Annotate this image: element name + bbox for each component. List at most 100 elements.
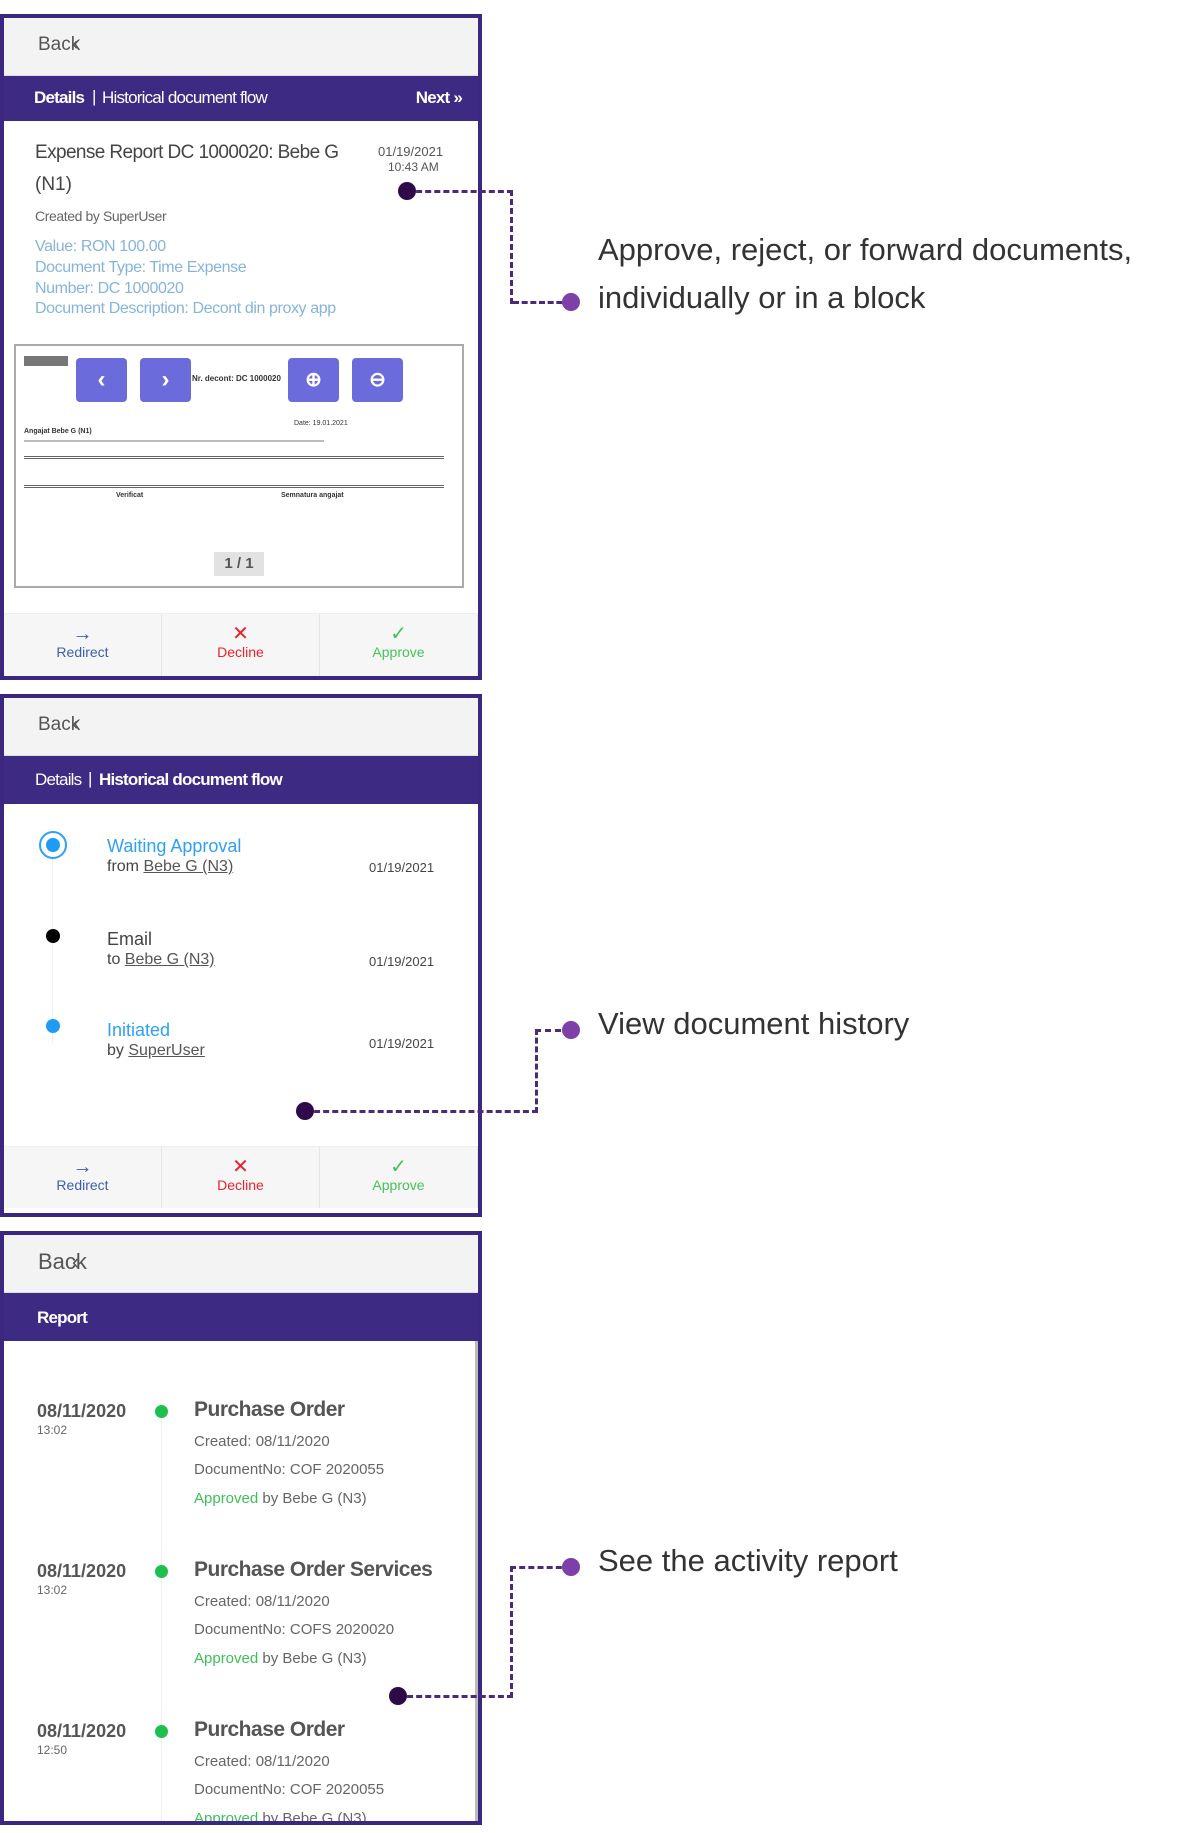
prev-page-button[interactable]: ‹ (76, 358, 127, 402)
entry-time: 13:02 (37, 1583, 68, 1597)
entry-date: 08/11/2020 (37, 1401, 127, 1421)
chevron-left-icon: ‹ (72, 34, 79, 55)
created-by: Created by SuperUser (35, 208, 167, 224)
zoom-out-button[interactable]: ⊖ (352, 358, 403, 402)
check-icon: ✓ (390, 623, 407, 645)
back-button[interactable]: ‹ Back (4, 698, 478, 756)
report-title: Report (37, 1308, 88, 1327)
connector-end-dot (562, 293, 580, 311)
tab-bar: Details | Historical document flow Next … (4, 76, 478, 121)
chevron-left-icon: ‹ (72, 1249, 80, 1274)
history-item-sub: to Bebe G (N3) (107, 951, 215, 968)
doc-type: Document Type: Time Expense (35, 259, 247, 276)
history-item-title: Email (107, 929, 153, 949)
doc-date: 01/19/2021 (378, 144, 444, 159)
entry-date: 08/11/2020 (37, 1561, 127, 1581)
tab-bar: Details | Historical document flow (4, 756, 478, 804)
action-bar: → Redirect ✕ Decline ✓ Approve (4, 613, 478, 676)
entry-title: Purchase Order Services (194, 1558, 433, 1581)
doc-value: Value: RON 100.00 (35, 238, 166, 255)
decline-button[interactable]: ✕ Decline (162, 614, 320, 676)
entry-title: Purchase Order (194, 1398, 345, 1421)
entry-docno: DocumentNo: COFS 2020020 (194, 1621, 395, 1638)
chevron-left-icon: ‹ (97, 366, 106, 393)
chevron-right-icon: › (161, 366, 170, 393)
status-dot-icon (155, 1565, 168, 1578)
chevron-left-icon: ‹ (72, 714, 79, 735)
zoom-in-button[interactable]: ⊕ (288, 358, 339, 402)
approve-button[interactable]: ✓ Approve (320, 1147, 478, 1208)
report-scrollbar[interactable] (475, 1341, 478, 1821)
entry-docno: DocumentNo: COF 2020055 (194, 1781, 385, 1798)
annotation-report: See the activity report (598, 1543, 898, 1578)
next-page-button[interactable]: › (140, 358, 191, 402)
entry-created: Created: 08/11/2020 (194, 1593, 330, 1610)
history-item-title: Initiated (107, 1020, 171, 1040)
zoom-in-icon: ⊕ (305, 369, 322, 391)
user-link[interactable]: Bebe G (N3) (125, 951, 215, 968)
entry-status: Approved by Bebe G (N3) (194, 1490, 367, 1507)
entry-docno: DocumentNo: COF 2020055 (194, 1461, 385, 1478)
back-button[interactable]: ‹ Back (4, 1235, 478, 1293)
entry-date: 08/11/2020 (37, 1721, 127, 1741)
connector-end-dot (562, 1558, 580, 1576)
annotation-history: View document history (598, 1006, 910, 1041)
connector-start-dot (389, 1687, 407, 1705)
activity-report-panel: ‹ Back Report 08/11/2020 13:02 Purchase … (0, 1231, 482, 1825)
connector-start-dot (398, 182, 416, 200)
timeline-line (52, 848, 53, 1043)
status-dot-icon (155, 1405, 168, 1418)
tab-separator: | (88, 769, 92, 788)
doc-title-suffix: (N1) (35, 174, 72, 195)
preview-header-text: Nr. decont: DC 1000020 (192, 374, 281, 383)
tab-details[interactable]: Details (35, 770, 82, 790)
history-item-date: 01/19/2021 (369, 1036, 435, 1051)
preview-footer-left: Verificat (116, 492, 144, 499)
status-approved: Approved (194, 1810, 259, 1825)
entry-status: Approved by Bebe G (N3) (194, 1650, 367, 1667)
doc-description: Document Description: Decont din proxy a… (35, 300, 336, 317)
preview-employee: Angajat Bebe G (N1) (24, 428, 92, 435)
redirect-button[interactable]: → Redirect (4, 614, 162, 676)
tab-details[interactable]: Details (34, 88, 85, 108)
connector-line (535, 1029, 571, 1113)
history-item-date: 01/19/2021 (369, 954, 435, 969)
connector-line (398, 1695, 513, 1698)
back-button[interactable]: ‹ Back (4, 18, 478, 76)
status-dot-icon (155, 1725, 168, 1738)
entry-created: Created: 08/11/2020 (194, 1433, 330, 1450)
entry-time: 13:02 (37, 1423, 68, 1437)
entry-status: Approved by Bebe G (N3) (194, 1810, 367, 1825)
tab-historical-flow[interactable]: Historical document flow (99, 770, 283, 790)
connector-line (305, 1110, 538, 1113)
redirect-button[interactable]: → Redirect (4, 1147, 162, 1208)
preview-lines (24, 440, 324, 442)
history-item-title: Waiting Approval (107, 836, 242, 856)
approve-button[interactable]: ✓ Approve (320, 614, 478, 676)
user-link[interactable]: Bebe G (N3) (143, 858, 233, 875)
report-header: Report (4, 1293, 478, 1341)
document-preview: ‹ › Nr. decont: DC 1000020 ⊕ ⊖ Date: 19.… (14, 344, 464, 588)
preview-table (24, 456, 444, 488)
arrow-right-icon: → (72, 623, 93, 645)
connector-line (510, 1566, 571, 1698)
user-link[interactable]: SuperUser (128, 1042, 204, 1059)
next-button[interactable]: Next » (416, 88, 463, 108)
entry-title: Purchase Order (194, 1718, 345, 1741)
doc-time: 10:43 AM (388, 160, 439, 174)
tab-historical-flow[interactable]: Historical document flow (102, 88, 268, 108)
arrow-right-icon: → (72, 1156, 93, 1178)
entry-created: Created: 08/11/2020 (194, 1753, 330, 1770)
tab-separator: | (92, 87, 96, 106)
preview-footer-right: Semnatura angajat (281, 492, 344, 499)
current-step-icon (39, 831, 67, 859)
decline-button[interactable]: ✕ Decline (162, 1147, 320, 1208)
connector-start-dot (296, 1102, 314, 1120)
close-icon: ✕ (232, 623, 249, 645)
status-approved: Approved (194, 1490, 259, 1507)
document-details-panel: ‹ Back Details | Historical document flo… (0, 14, 482, 680)
annotation-approve: Approve, reject, or forward documents, i… (598, 232, 1133, 315)
check-icon: ✓ (390, 1156, 407, 1178)
connector-line (407, 190, 513, 304)
history-item-sub: by SuperUser (107, 1042, 205, 1059)
